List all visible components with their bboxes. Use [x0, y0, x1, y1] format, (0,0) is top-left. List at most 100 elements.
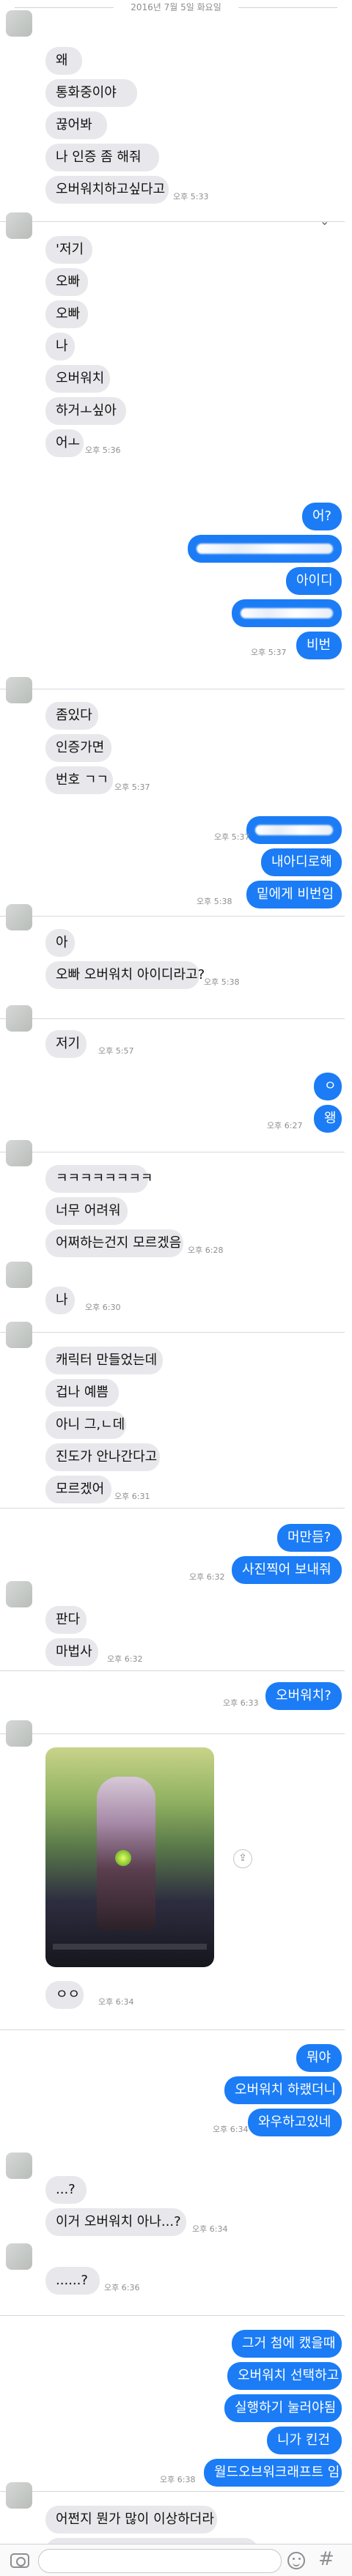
outgoing-message[interactable]	[232, 599, 342, 627]
incoming-message[interactable]: 어쩐지 뭔가 많이 이상하더라	[45, 2506, 217, 2534]
incoming-message[interactable]: 나 인증 좀 해줘	[45, 144, 159, 171]
share-icon[interactable]: ⇪	[233, 1849, 252, 1868]
section-divider	[0, 1733, 345, 1734]
redacted-text	[197, 544, 333, 554]
outgoing-message[interactable]: ㅇ	[314, 1073, 342, 1100]
outgoing-message[interactable]: 오버워치 선택하고	[227, 2362, 342, 2390]
incoming-message[interactable]: 진도가 안나간다고	[45, 1443, 160, 1471]
avatar[interactable]	[6, 10, 32, 37]
incoming-message[interactable]: 인증가면	[45, 734, 111, 762]
message-timestamp: 오후 6:34	[213, 2125, 249, 2134]
incoming-message[interactable]: ㅇㅇ	[45, 1981, 84, 2009]
avatar[interactable]	[6, 2482, 32, 2509]
message-timestamp: 오후 6:38	[160, 2475, 196, 2484]
incoming-message[interactable]: 아	[45, 929, 75, 957]
incoming-message[interactable]: 하거ㅗ싶아	[45, 397, 126, 425]
message-timestamp: 오후 6:32	[107, 1654, 143, 1664]
message-input[interactable]	[38, 2549, 282, 2573]
incoming-message[interactable]: '저기	[45, 236, 92, 264]
outgoing-message[interactable]: 사진찍어 보내줘	[232, 1556, 342, 1584]
incoming-message[interactable]: 너무 어려워	[45, 1197, 128, 1225]
outgoing-message[interactable]: 와우하고있네	[248, 2109, 342, 2136]
incoming-message[interactable]: 오버워치	[45, 365, 110, 393]
incoming-message[interactable]: 이거 오버워치 아나...?	[45, 2208, 186, 2236]
incoming-message[interactable]: 번호 ㄱㄱ	[45, 766, 113, 794]
message-timestamp: 오후 6:27	[267, 1121, 303, 1130]
outgoing-message[interactable]: 뭐야	[296, 2044, 342, 2072]
incoming-message[interactable]: 통화중이야	[45, 79, 137, 107]
outgoing-message[interactable]: 오버워치 하랬더니	[224, 2076, 342, 2104]
section-divider	[0, 1670, 345, 1671]
chevron-down-icon[interactable]: ⌄	[320, 214, 329, 228]
section-divider	[0, 1332, 345, 1333]
incoming-message[interactable]: 어ㅗ	[45, 429, 84, 457]
incoming-message[interactable]: 모르겠어	[45, 1476, 111, 1503]
incoming-message[interactable]: 오빠 오버워치 아이디라고?	[45, 961, 205, 989]
incoming-message[interactable]: 마법사	[45, 1638, 98, 1666]
incoming-message[interactable]: 왜	[45, 47, 82, 75]
incoming-message[interactable]: ...?	[45, 2176, 87, 2204]
avatar[interactable]	[6, 1322, 32, 1348]
camera-icon[interactable]	[10, 2553, 29, 2568]
outgoing-message[interactable]: 어?	[302, 503, 342, 530]
avatar[interactable]	[6, 1262, 32, 1288]
outgoing-message[interactable]: 비번	[296, 632, 342, 659]
message-timestamp: 오후 6:34	[98, 1997, 134, 2007]
message-timestamp: 오후 5:38	[204, 977, 240, 987]
incoming-message[interactable]: ......?	[45, 2267, 100, 2295]
message-timestamp: 오후 6:34	[192, 2224, 228, 2234]
date-header: 2016년 7월 5일 화요일	[0, 0, 352, 15]
emoji-icon[interactable]	[287, 2552, 305, 2569]
game-hud-bar	[53, 1944, 207, 1950]
incoming-message[interactable]: 저기	[45, 1030, 87, 1058]
outgoing-message[interactable]: 니가 킨건	[267, 2427, 342, 2454]
section-divider	[0, 2029, 345, 2030]
glow-effect	[115, 1850, 131, 1866]
outgoing-message[interactable]: 밑에게 비번임	[246, 881, 342, 908]
outgoing-message[interactable]	[188, 535, 342, 563]
avatar[interactable]	[6, 1581, 32, 1607]
outgoing-message[interactable]	[246, 816, 342, 844]
incoming-message[interactable]: 오버워치하고싶다고	[45, 176, 169, 204]
incoming-message[interactable]: 캐릭터 만들었는데	[45, 1347, 163, 1374]
incoming-message[interactable]: 나	[45, 333, 75, 360]
redacted-text	[255, 825, 333, 835]
message-timestamp: 오후 5:38	[197, 897, 232, 906]
incoming-message[interactable]: 판다	[45, 1606, 87, 1634]
outgoing-message[interactable]: 월드오브워크래프트 임	[204, 2459, 342, 2487]
avatar[interactable]	[6, 1720, 32, 1747]
outgoing-message[interactable]: 내아디로해	[261, 848, 342, 876]
redacted-text	[241, 608, 333, 618]
outgoing-message[interactable]: 실행하기 눌러야됨	[224, 2394, 342, 2422]
message-timestamp: 오후 5:37	[114, 782, 150, 792]
avatar[interactable]	[6, 2153, 32, 2179]
section-divider	[0, 221, 345, 222]
incoming-message[interactable]: 오빠	[45, 300, 88, 328]
message-timestamp: 오후 6:30	[85, 1303, 121, 1312]
avatar[interactable]	[6, 2243, 32, 2270]
outgoing-message[interactable]: 왱	[314, 1105, 342, 1133]
message-timestamp: 오후 5:33	[173, 192, 209, 201]
incoming-message[interactable]: ㅋㅋㅋㅋㅋㅋㅋㅋ	[45, 1165, 153, 1193]
avatar[interactable]	[6, 1140, 32, 1166]
outgoing-message[interactable]: 오버워치?	[265, 1682, 342, 1710]
incoming-message[interactable]: 오빠	[45, 268, 88, 296]
avatar[interactable]	[6, 212, 32, 239]
photo-message[interactable]	[45, 1747, 214, 1967]
outgoing-message[interactable]: 아이디	[286, 567, 342, 595]
avatar[interactable]	[6, 1005, 32, 1032]
message-timestamp: 오후 6:32	[189, 1572, 225, 1582]
incoming-message[interactable]: 아니 그,ㄴ데	[45, 1411, 126, 1439]
outgoing-message[interactable]: 그거 첨에 캤을때	[232, 2330, 342, 2358]
message-timestamp: 오후 6:36	[104, 2283, 140, 2292]
hashtag-icon[interactable]: #	[318, 2548, 334, 2570]
incoming-message[interactable]: 좀있다	[45, 702, 98, 730]
outgoing-message[interactable]: 머만듬?	[277, 1524, 342, 1552]
avatar[interactable]	[6, 677, 32, 703]
message-timestamp: 오후 5:57	[98, 1046, 134, 1056]
incoming-message[interactable]: 나	[45, 1287, 75, 1314]
incoming-message[interactable]: 겁나 예쁨	[45, 1379, 119, 1407]
avatar[interactable]	[6, 904, 32, 930]
incoming-message[interactable]: 끊어봐	[45, 111, 107, 139]
incoming-message[interactable]: 어쩌하는건지 모르겠음	[45, 1229, 183, 1257]
